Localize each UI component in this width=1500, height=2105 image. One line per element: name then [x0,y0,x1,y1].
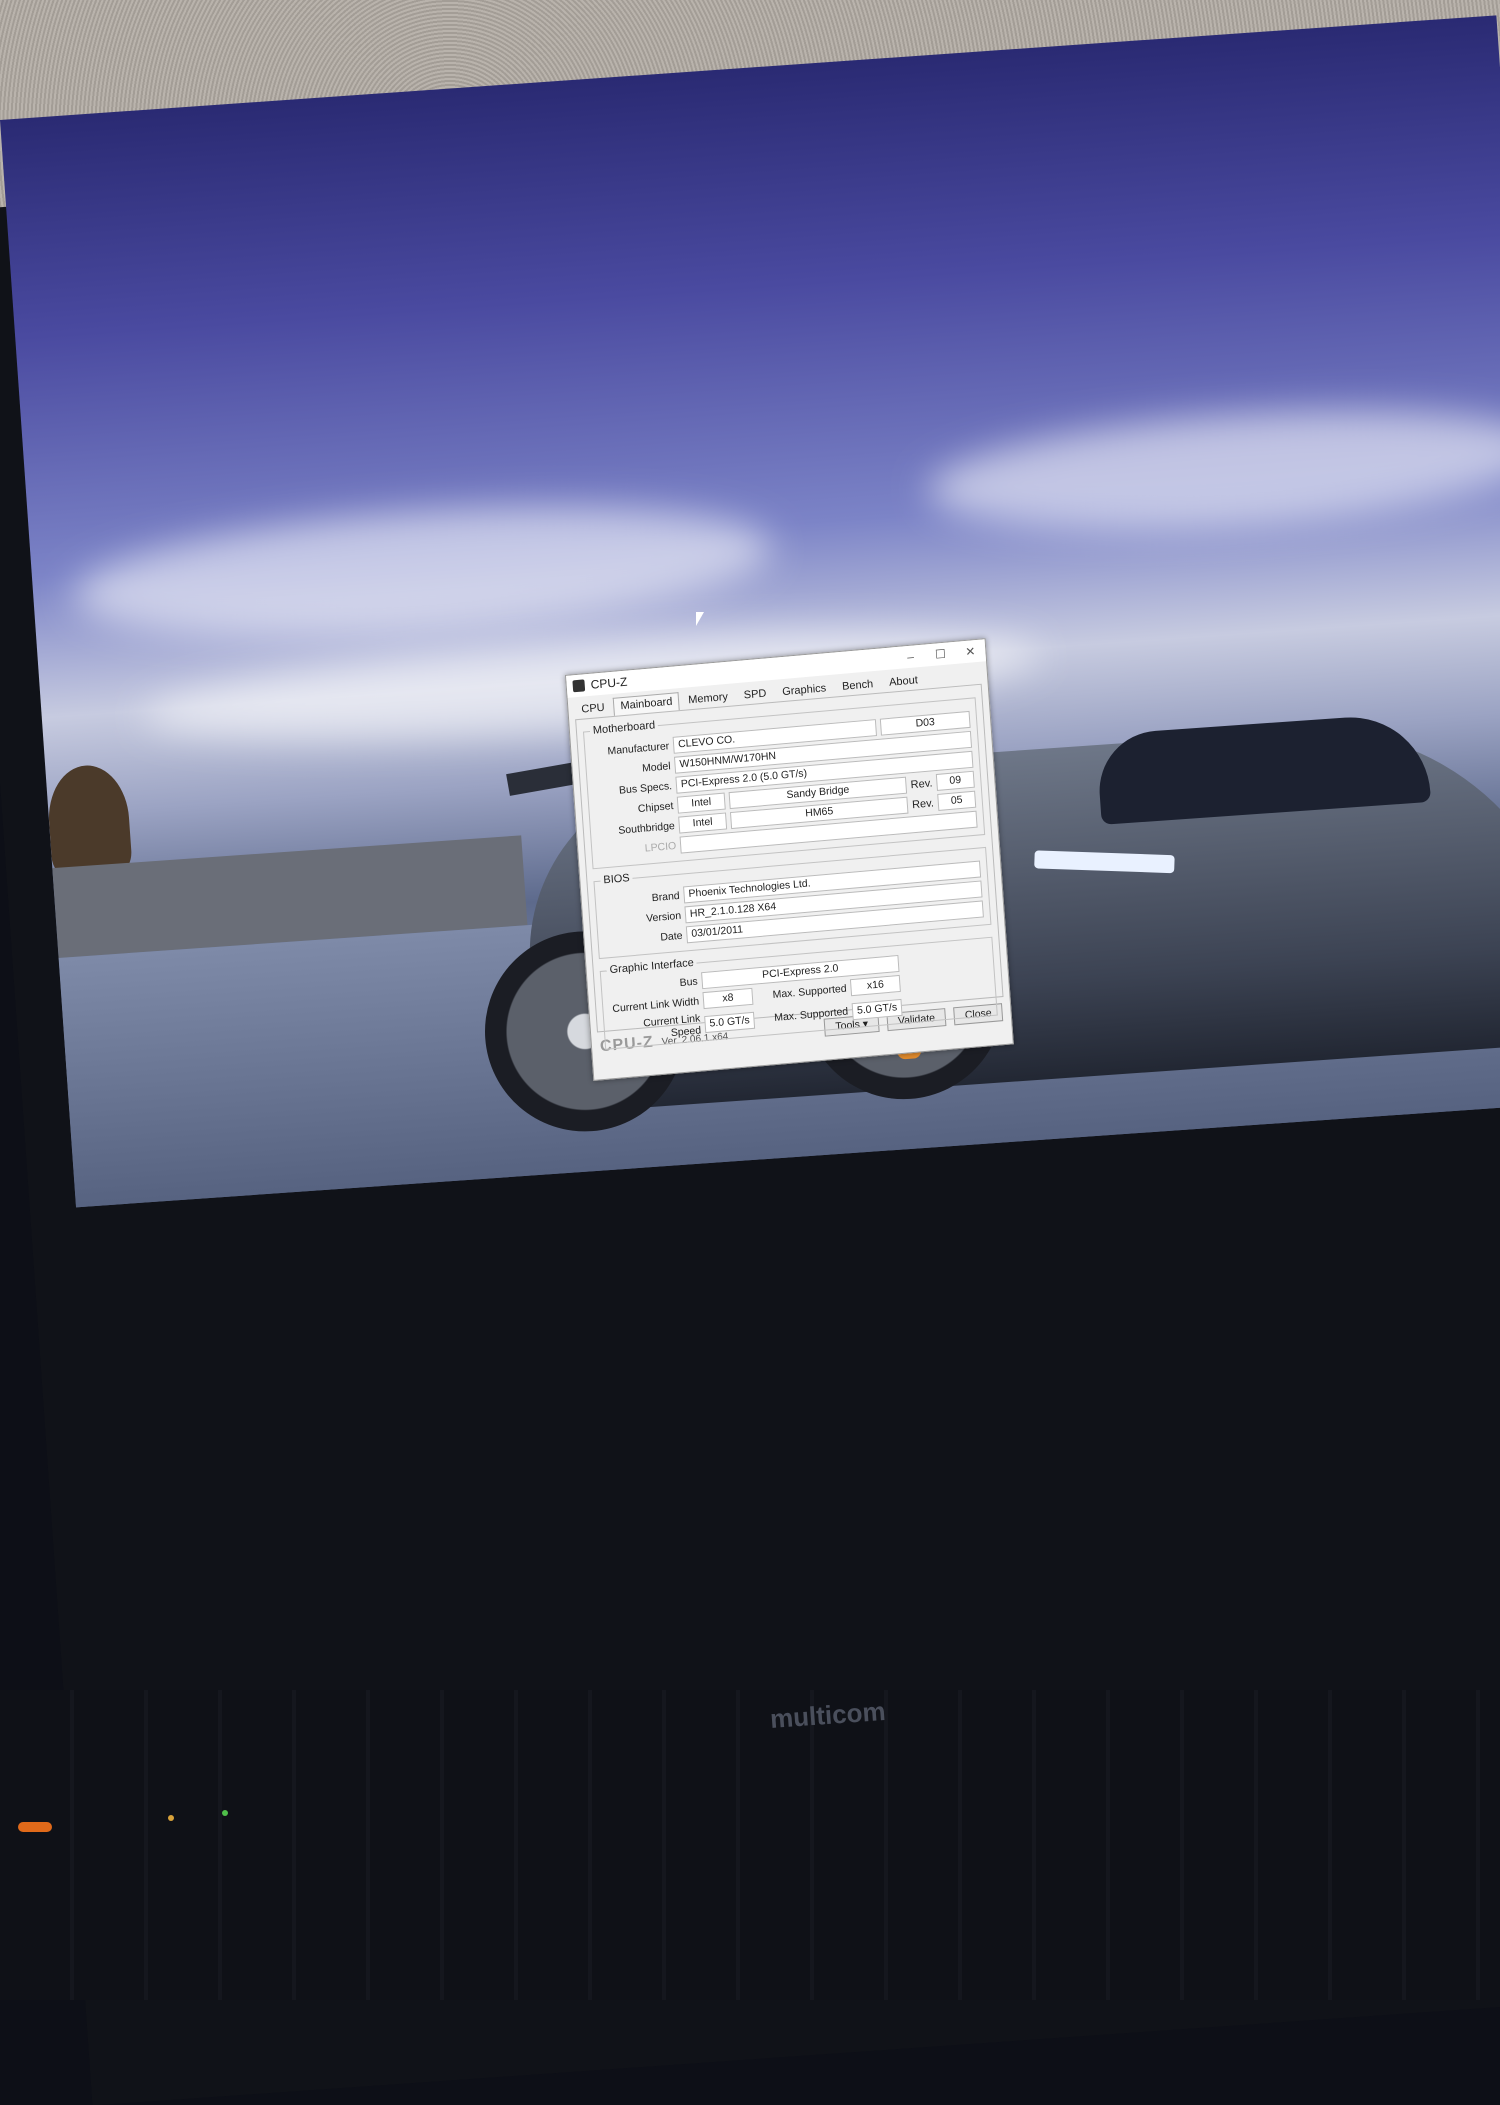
gi-link-speed-value: 5.0 GT/s [704,1011,756,1033]
mouse-cursor-icon [696,612,704,626]
gi-max-width-label: Max. Supported [772,982,847,1001]
model-label: Model [641,759,671,775]
bios-date-label: Date [659,929,683,944]
status-led [222,1810,228,1816]
manufacturer-label: Manufacturer [607,739,670,758]
gi-max-width-value: x16 [849,974,901,997]
cloud [69,487,776,656]
gi-bus-label: Bus [679,975,699,989]
chipset-rev-value: 09 [935,770,975,791]
minimize-button[interactable]: – [895,649,926,666]
gi-max-speed-label: Max. Supported [773,1005,849,1024]
bios-version-label: Version [645,909,682,925]
cloud [924,393,1500,547]
gi-link-speed-label: Current Link Speed [642,1012,702,1040]
keyboard [0,1690,1500,2000]
bus-specs-label: Bus Specs. [618,779,673,797]
southbridge-rev-label: Rev. [911,796,935,811]
southbridge-label: Southbridge [617,819,676,837]
chipset-rev-label: Rev. [910,776,933,791]
chipset-label: Chipset [637,799,674,815]
cpuz-window: CPU-Z – ☐ ✕ CPU Mainboard Memory SPD Gra… [565,638,1014,1082]
tree [45,762,133,879]
chipset-vendor-value: Intel [676,792,726,814]
close-window-button[interactable]: ✕ [955,643,986,660]
mainboard-panel: Motherboard Manufacturer CLEVO CO. D03 M… [575,683,1004,1050]
motherboard-legend: Motherboard [592,719,656,737]
gi-link-width-label: Current Link Width [612,995,700,1015]
bios-brand-label: Brand [651,889,681,904]
southbridge-rev-value: 05 [937,790,977,811]
motherboard-group: Motherboard Manufacturer CLEVO CO. D03 M… [582,691,986,870]
maximize-button[interactable]: ☐ [925,646,956,663]
lpcio-label: LPCIO [644,839,677,855]
power-led-icon [18,1822,52,1832]
gi-link-width-value: x8 [702,987,754,1010]
bios-legend: BIOS [603,872,631,887]
cpuz-app-icon [572,679,586,693]
gi-max-speed-value: 5.0 GT/s [851,998,903,1020]
southbridge-vendor-value: Intel [678,812,728,834]
status-led [168,1815,174,1821]
